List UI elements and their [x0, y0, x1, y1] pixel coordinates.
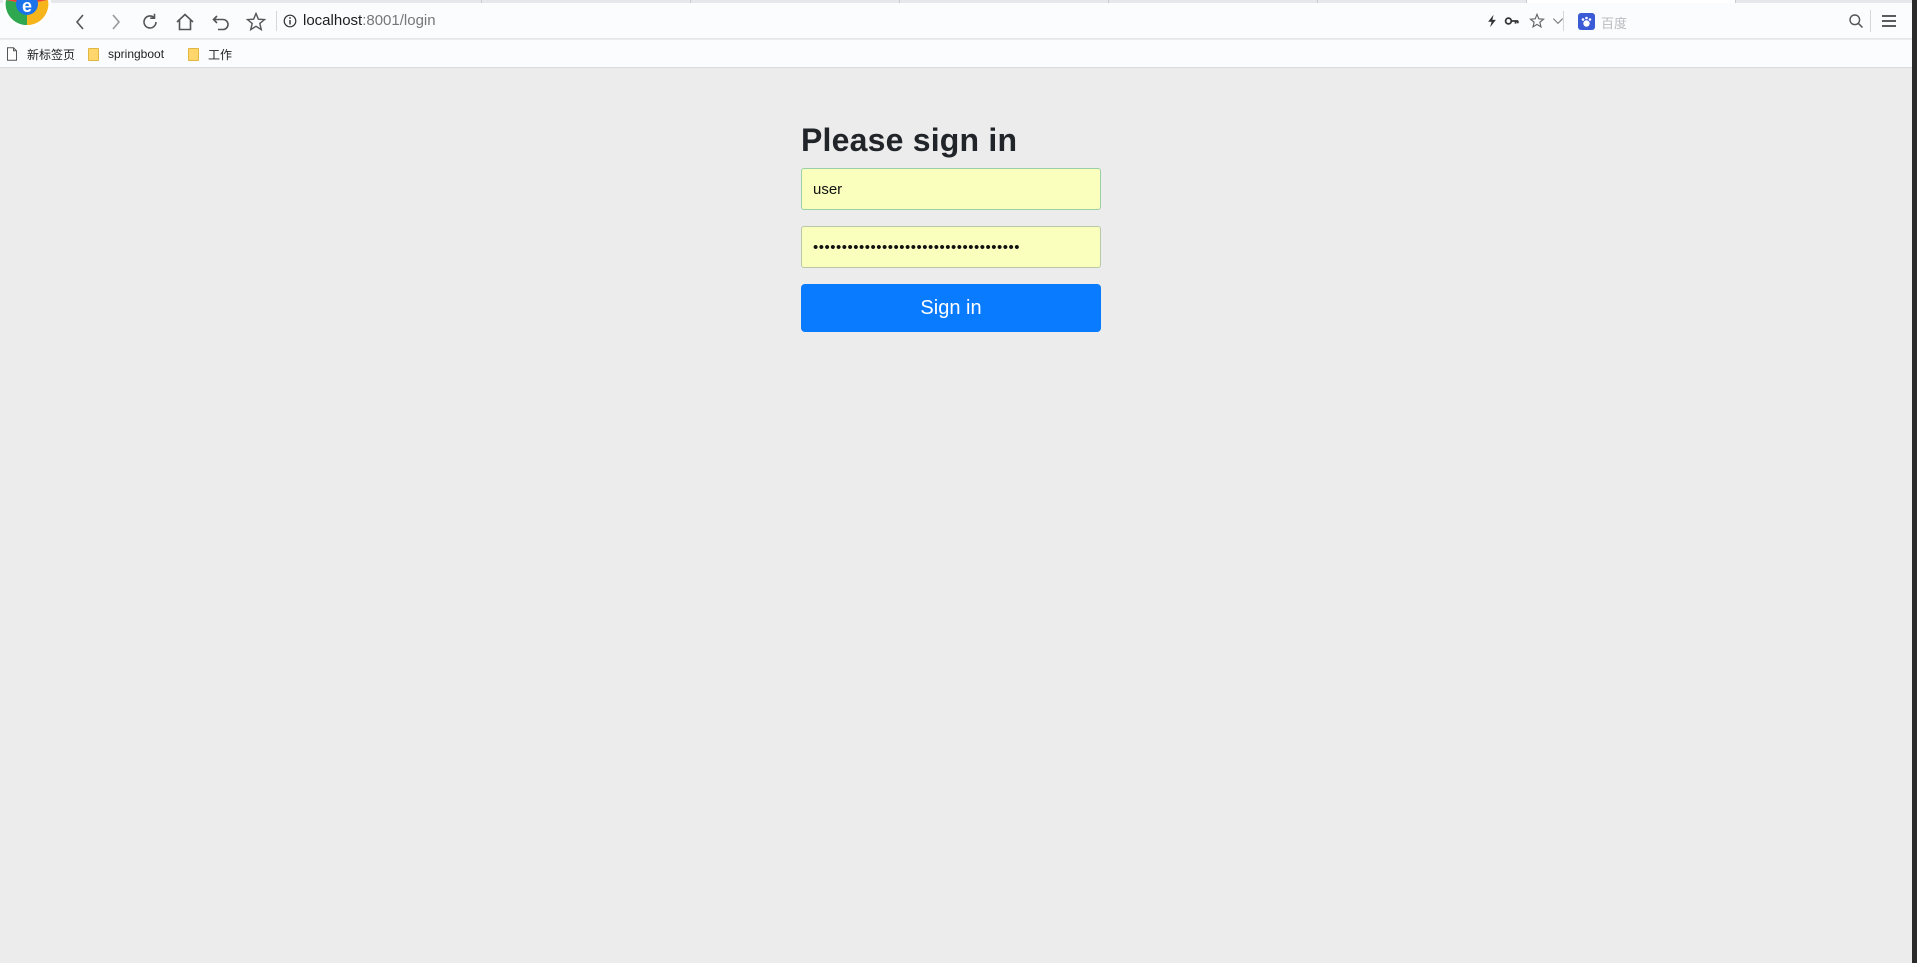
menu-separator: [1870, 10, 1871, 32]
search-separator: [1563, 11, 1564, 31]
search-icon[interactable]: [1848, 13, 1864, 29]
lightning-icon: [1488, 14, 1496, 28]
folder-icon: [88, 47, 99, 61]
dropdown-button[interactable]: [1549, 12, 1567, 30]
window-edge: [1912, 0, 1917, 963]
star-outline-icon: [1529, 13, 1545, 29]
undo-icon: [212, 15, 229, 31]
url-path: :8001/login: [362, 12, 436, 29]
key-icon: [1504, 17, 1519, 25]
reload-icon: [143, 13, 157, 29]
favorite-button[interactable]: [1528, 12, 1546, 30]
home-icon: [176, 13, 194, 31]
info-icon[interactable]: [283, 14, 297, 28]
back-button[interactable]: [68, 9, 94, 35]
back-icon: [75, 14, 84, 30]
reload-button[interactable]: [137, 9, 163, 35]
baidu-icon[interactable]: [1578, 13, 1595, 30]
folder-icon: [188, 47, 199, 61]
search-input[interactable]: 百度: [1601, 13, 1627, 32]
page-title: Please sign in: [801, 122, 1018, 158]
bookmarks-bar: 新标签页 springboot 工作: [0, 40, 1917, 68]
bookmark-springboot[interactable]: springboot: [88, 46, 164, 62]
undo-button[interactable]: [208, 9, 234, 35]
bookmark-label: springboot: [108, 47, 165, 61]
username-field[interactable]: [801, 168, 1101, 210]
password-key-button[interactable]: [1503, 12, 1521, 30]
star-icon: [245, 11, 267, 32]
bookmark-label: 工作: [208, 47, 233, 62]
url-host: localhost: [303, 12, 363, 29]
page-icon: [7, 47, 17, 61]
svg-text:e: e: [22, 0, 32, 16]
address-bar[interactable]: localhost:8001/login: [303, 12, 436, 29]
menu-icon[interactable]: [1880, 12, 1898, 30]
forward-icon: [112, 14, 121, 30]
forward-button[interactable]: [102, 9, 128, 35]
home-button[interactable]: [172, 9, 198, 35]
browser-logo-icon[interactable]: e: [0, 0, 54, 28]
tab-strip[interactable]: [0, 0, 1917, 3]
sign-in-button[interactable]: Sign in: [801, 284, 1101, 332]
bookmark-star-button[interactable]: [243, 9, 269, 35]
bookmark-new-tab[interactable]: 新标签页: [6, 46, 75, 62]
address-separator: [276, 11, 277, 31]
browser-toolbar: e localhost:8001/login 百度: [0, 0, 1917, 39]
browser-window: e localhost:8001/login 百度 新标签页 springboo…: [0, 0, 1917, 963]
bookmark-work[interactable]: 工作: [188, 46, 232, 62]
password-field[interactable]: [801, 226, 1101, 268]
bookmark-label: 新标签页: [27, 47, 76, 62]
lightning-button[interactable]: [1483, 12, 1501, 30]
